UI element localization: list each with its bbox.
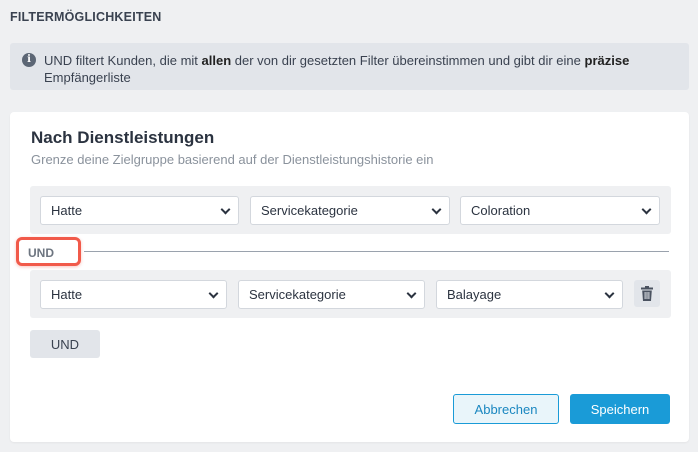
connector-divider [84, 251, 669, 252]
chevron-down-icon [604, 288, 615, 299]
chevron-down-icon [208, 288, 219, 299]
condition-select[interactable]: Hatte [40, 280, 227, 309]
card-subtitle: Grenze deine Zielgruppe basierend auf de… [31, 152, 434, 167]
chevron-down-icon [641, 204, 652, 215]
chevron-down-icon [220, 204, 231, 215]
chevron-down-icon [406, 288, 417, 299]
info-icon: i [22, 53, 36, 67]
cancel-button[interactable]: Abbrechen [453, 394, 559, 424]
trash-icon [641, 286, 653, 301]
field-select[interactable]: Servicekategorie [250, 196, 450, 225]
value-select[interactable]: Coloration [460, 196, 660, 225]
card-title: Nach Dienstleistungen [31, 128, 215, 147]
section-title: FILTERMÖGLICHKEITEN [10, 10, 162, 24]
chevron-down-icon [431, 204, 442, 215]
filter-card: Nach Dienstleistungen Grenze deine Zielg… [10, 112, 689, 442]
add-und-button[interactable]: UND [30, 330, 100, 358]
delete-row-button[interactable] [634, 280, 660, 307]
save-button[interactable]: Speichern [570, 394, 670, 424]
value-select[interactable]: Balayage [436, 280, 623, 309]
und-connector-label: UND [16, 237, 81, 266]
filter-row-2: Hatte Servicekategorie Balayage [30, 270, 671, 318]
info-text: UND filtert Kunden, die mit allen der vo… [44, 53, 630, 85]
info-box: i UND filtert Kunden, die mit allen der … [10, 43, 689, 90]
field-select[interactable]: Servicekategorie [238, 280, 425, 309]
condition-select[interactable]: Hatte [40, 196, 239, 225]
filter-row-1: Hatte Servicekategorie Coloration [30, 186, 671, 234]
